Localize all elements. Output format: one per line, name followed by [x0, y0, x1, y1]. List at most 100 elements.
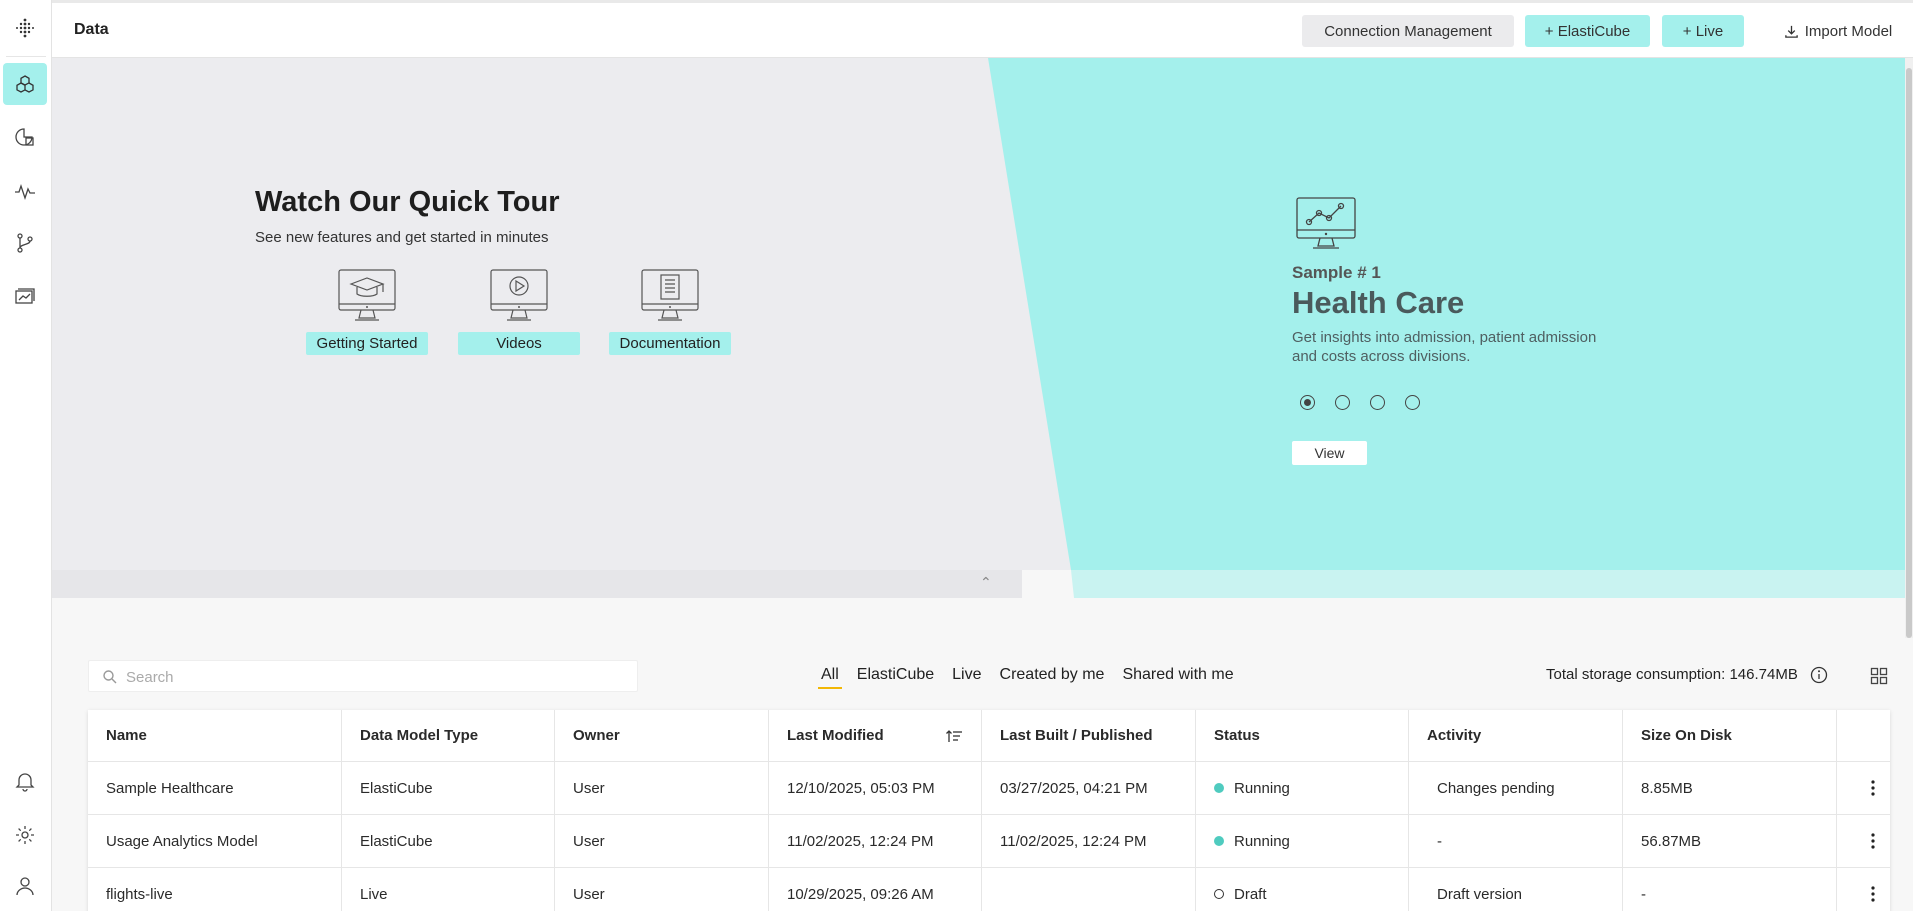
app-logo-icon[interactable]	[14, 18, 36, 40]
table-header: Name Data Model Type Owner Last Modified…	[88, 710, 1890, 762]
view-sample-button[interactable]: View	[1292, 441, 1367, 465]
cell-type: ElastiCube	[342, 815, 555, 867]
table-row[interactable]: flights-live Live User 10/29/2025, 09:26…	[88, 868, 1890, 911]
carousel-dot-1[interactable]	[1300, 395, 1315, 410]
collapse-bar[interactable]	[52, 570, 1022, 598]
cell-last-modified: 11/02/2025, 12:24 PM	[769, 815, 982, 867]
row-actions[interactable]	[1837, 868, 1890, 911]
nav-notifications-button[interactable]	[3, 760, 47, 802]
rail-divider	[6, 56, 46, 57]
column-header-actions	[1837, 710, 1890, 761]
nav-analytics-button[interactable]	[3, 116, 47, 158]
sort-icon[interactable]	[945, 728, 963, 744]
tile-videos-label: Videos	[458, 332, 580, 355]
cell-owner: User	[555, 815, 769, 867]
search-input[interactable]	[126, 666, 626, 688]
carousel-dots	[1300, 395, 1420, 410]
cell-last-modified: 12/10/2025, 05:03 PM	[769, 762, 982, 814]
play-monitor-icon	[490, 269, 548, 321]
status-label: Running	[1234, 832, 1290, 850]
page-scrollbar[interactable]	[1905, 58, 1913, 638]
status-label: Draft	[1234, 885, 1267, 903]
filter-tab-all[interactable]: All	[818, 666, 842, 689]
cell-size: 56.87MB	[1623, 815, 1837, 867]
column-header-size[interactable]: Size On Disk	[1623, 710, 1837, 761]
tour-subtitle: See new features and get started in minu…	[255, 229, 549, 246]
column-header-type[interactable]: Data Model Type	[342, 710, 555, 761]
grid-view-icon[interactable]	[1870, 667, 1888, 685]
gear-icon	[16, 826, 34, 844]
branch-icon	[17, 233, 33, 253]
cell-status: Running	[1196, 815, 1409, 867]
nav-pulse-button[interactable]	[3, 170, 47, 212]
tile-documentation[interactable]: Documentation	[609, 268, 731, 355]
filter-tab-shared-with-me[interactable]: Shared with me	[1119, 666, 1236, 689]
status-running-icon	[1214, 836, 1224, 846]
filter-tab-created-by-me[interactable]: Created by me	[997, 666, 1108, 689]
document-monitor-icon	[641, 269, 699, 321]
tile-getting-started-label: Getting Started	[306, 332, 428, 355]
data-models-table: Name Data Model Type Owner Last Modified…	[88, 710, 1890, 911]
row-actions[interactable]	[1837, 815, 1890, 867]
cell-last-built: 11/02/2025, 12:24 PM	[982, 815, 1196, 867]
filter-tab-elasticube[interactable]: ElastiCube	[854, 666, 937, 689]
cell-name[interactable]: Usage Analytics Model	[88, 815, 342, 867]
left-nav-rail	[0, 0, 52, 911]
dashboard-icon	[15, 288, 35, 304]
kebab-menu-icon[interactable]	[1863, 778, 1883, 798]
storage-value: 146.74MB	[1729, 666, 1798, 683]
graduation-cap-monitor-icon	[338, 269, 396, 321]
carousel-dot-3[interactable]	[1370, 395, 1385, 410]
sample-description: Get insights into admission, patient adm…	[1292, 329, 1597, 365]
kebab-menu-icon[interactable]	[1863, 831, 1883, 851]
nav-profile-button[interactable]	[3, 865, 47, 907]
column-header-activity[interactable]: Activity	[1409, 710, 1623, 761]
nav-dashboards-button[interactable]	[3, 276, 47, 318]
row-actions[interactable]	[1837, 762, 1890, 814]
tile-getting-started[interactable]: Getting Started	[306, 268, 428, 355]
column-header-last-built[interactable]: Last Built / Published	[982, 710, 1196, 761]
cell-name[interactable]: Sample Healthcare	[88, 762, 342, 814]
kebab-menu-icon[interactable]	[1863, 884, 1883, 904]
import-model-button[interactable]: Import Model	[1768, 15, 1908, 47]
carousel-dot-4[interactable]	[1405, 395, 1420, 410]
filter-tabs: All ElastiCube Live Created by me Shared…	[818, 666, 1237, 689]
storage-label: Total storage consumption:	[1546, 666, 1726, 683]
scrollbar-thumb[interactable]	[1906, 68, 1912, 638]
nav-data-button[interactable]	[3, 63, 47, 105]
cell-name[interactable]: flights-live	[88, 868, 342, 911]
nav-settings-button[interactable]	[3, 814, 47, 856]
download-icon	[1784, 25, 1798, 38]
status-draft-icon	[1214, 889, 1224, 899]
cell-last-built: 03/27/2025, 04:21 PM	[982, 762, 1196, 814]
nav-git-button[interactable]	[3, 222, 47, 264]
cell-last-built	[982, 868, 1196, 911]
cell-size: 8.85MB	[1623, 762, 1837, 814]
tour-title: Watch Our Quick Tour	[255, 186, 560, 218]
sample-title: Health Care	[1292, 285, 1465, 320]
cell-activity: Draft version	[1409, 868, 1623, 911]
info-icon[interactable]	[1810, 666, 1828, 684]
cell-status: Draft	[1196, 868, 1409, 911]
table-row[interactable]: Usage Analytics Model ElastiCube User 11…	[88, 815, 1890, 868]
column-header-last-modified-label: Last Modified	[787, 727, 884, 744]
column-header-owner[interactable]: Owner	[555, 710, 769, 761]
column-header-status[interactable]: Status	[1196, 710, 1409, 761]
column-header-last-modified[interactable]: Last Modified	[769, 710, 982, 761]
add-elasticube-button[interactable]: + ElastiCube	[1525, 15, 1650, 47]
cell-size: -	[1623, 868, 1837, 911]
status-label: Running	[1234, 779, 1290, 797]
line-chart-monitor-icon	[1296, 197, 1356, 249]
page-title: Data	[74, 21, 109, 38]
storage-consumption: Total storage consumption: 146.74MB	[1546, 666, 1798, 683]
table-row[interactable]: Sample Healthcare ElastiCube User 12/10/…	[88, 762, 1890, 815]
collapse-chevron-icon[interactable]: ⌃	[980, 574, 992, 591]
cubes-icon	[16, 75, 34, 93]
column-header-name[interactable]: Name	[88, 710, 342, 761]
add-live-button[interactable]: + Live	[1662, 15, 1744, 47]
carousel-dot-2[interactable]	[1335, 395, 1350, 410]
cell-last-modified: 10/29/2025, 09:26 AM	[769, 868, 982, 911]
connection-management-button[interactable]: Connection Management	[1302, 15, 1514, 47]
filter-tab-live[interactable]: Live	[949, 666, 984, 689]
tile-videos[interactable]: Videos	[458, 268, 580, 355]
